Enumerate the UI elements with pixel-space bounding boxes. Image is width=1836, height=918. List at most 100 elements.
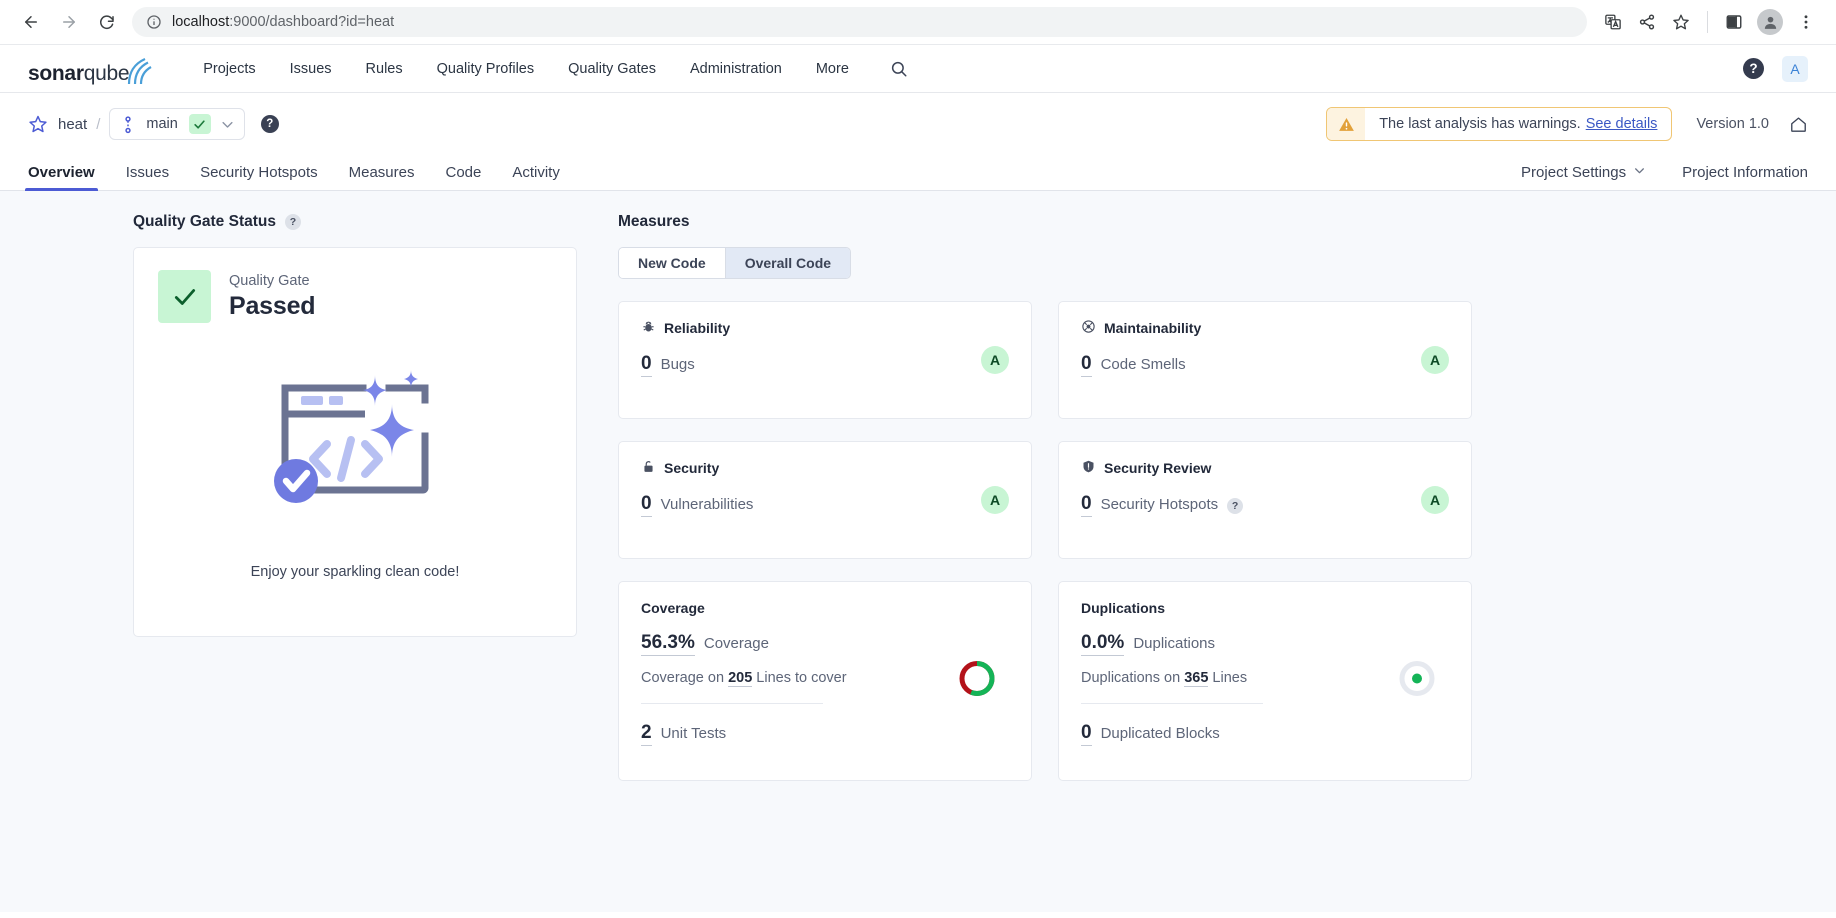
duplications-sub-pre: Duplications on xyxy=(1081,670,1180,686)
chevron-down-icon[interactable] xyxy=(220,117,235,132)
security-title: Security xyxy=(664,460,719,476)
profile-avatar-icon[interactable] xyxy=(1757,9,1783,35)
measure-card-maintainability[interactable]: Maintainability 0 Code Smells A xyxy=(1058,301,1472,419)
header-right-actions: ? A xyxy=(1743,56,1808,82)
bugs-count[interactable]: 0 xyxy=(641,352,652,377)
project-header-right: The last analysis has warnings. See deta… xyxy=(1326,107,1808,141)
vulnerabilities-label: Vulnerabilities xyxy=(661,496,754,513)
forward-arrow-icon[interactable] xyxy=(52,5,86,39)
measures-grid: Reliability 0 Bugs A Maintainability 0 xyxy=(618,301,1808,781)
tab-security-hotspots[interactable]: Security Hotspots xyxy=(200,164,318,190)
security-rating-badge[interactable]: A xyxy=(981,486,1009,514)
security-hotspots-count[interactable]: 0 xyxy=(1081,492,1092,517)
reliability-title: Reliability xyxy=(664,320,730,336)
duplicated-lines-count[interactable]: 365 xyxy=(1184,670,1208,687)
project-settings-menu[interactable]: Project Settings xyxy=(1521,164,1646,190)
reload-icon[interactable] xyxy=(90,5,124,39)
lines-to-cover-count[interactable]: 205 xyxy=(728,670,752,687)
bugs-label: Bugs xyxy=(661,356,695,373)
tabs-right-actions: Project Settings Project Information xyxy=(1485,164,1808,190)
favorite-star-icon[interactable] xyxy=(28,114,48,134)
tab-code[interactable]: Code xyxy=(445,164,481,190)
nav-item-projects[interactable]: Projects xyxy=(186,45,272,93)
share-icon[interactable] xyxy=(1631,6,1663,38)
unit-tests-label: Unit Tests xyxy=(661,725,727,742)
sonarqube-logo[interactable]: sonarqube xyxy=(28,54,152,84)
back-arrow-icon[interactable] xyxy=(14,5,48,39)
duplications-label: Duplications xyxy=(1133,635,1215,652)
coverage-divider xyxy=(641,703,823,704)
clean-code-illustration xyxy=(158,323,552,564)
maintainability-value-row: 0 Code Smells xyxy=(1081,352,1451,377)
nav-item-more[interactable]: More xyxy=(799,45,866,93)
coverage-title: Coverage xyxy=(641,600,1011,616)
quality-gate-help-icon[interactable]: ? xyxy=(285,214,301,230)
breadcrumb-separator: / xyxy=(96,116,100,133)
nav-item-issues[interactable]: Issues xyxy=(273,45,349,93)
search-icon[interactable] xyxy=(884,54,914,84)
duplicated-blocks-row: 0 Duplicated Blocks xyxy=(1081,721,1451,746)
measures-section-title: Measures xyxy=(618,213,1808,231)
coverage-value-row: 56.3% Coverage xyxy=(641,631,1011,656)
quality-gate-check-icon xyxy=(158,270,211,323)
reliability-rating-badge[interactable]: A xyxy=(981,346,1009,374)
project-tabs: Overview Issues Security Hotspots Measur… xyxy=(0,151,1836,191)
home-icon[interactable] xyxy=(1789,115,1808,134)
tab-overview[interactable]: Overview xyxy=(28,164,95,190)
see-details-link[interactable]: See details xyxy=(1586,116,1658,132)
duplications-indicator xyxy=(1397,659,1437,704)
branch-help-icon[interactable]: ? xyxy=(261,115,279,133)
shield-icon xyxy=(1081,459,1096,477)
project-version: Version 1.0 xyxy=(1696,116,1769,132)
tab-issues[interactable]: Issues xyxy=(126,164,169,190)
security-review-rating-badge[interactable]: A xyxy=(1421,486,1449,514)
quality-gate-caption: Enjoy your sparkling clean code! xyxy=(158,564,552,614)
check-icon xyxy=(189,114,211,134)
branch-selector[interactable]: main xyxy=(109,108,244,140)
reliability-title-row: Reliability xyxy=(641,319,1011,337)
nav-item-quality-profiles[interactable]: Quality Profiles xyxy=(420,45,552,93)
unit-tests-count[interactable]: 2 xyxy=(641,721,652,746)
duplications-sub: Duplications on 365 Lines xyxy=(1081,670,1451,686)
user-avatar[interactable]: A xyxy=(1782,56,1808,82)
star-bookmark-icon[interactable] xyxy=(1665,6,1697,38)
duplicated-blocks-count[interactable]: 0 xyxy=(1081,721,1092,746)
coverage-percent[interactable]: 56.3% xyxy=(641,631,695,656)
coverage-sub-pre: Coverage on xyxy=(641,670,724,686)
browser-toolbar: localhost:9000/dashboard?id=heat xyxy=(0,0,1836,45)
toolbar-divider xyxy=(1707,11,1708,33)
side-panel-icon[interactable] xyxy=(1718,6,1750,38)
sonarqube-global-header: sonarqube Projects Issues Rules Quality … xyxy=(0,45,1836,93)
quality-gate-section-title: Quality Gate Status ? xyxy=(133,213,568,231)
nav-item-quality-gates[interactable]: Quality Gates xyxy=(551,45,673,93)
maintainability-rating-badge[interactable]: A xyxy=(1421,346,1449,374)
measure-card-reliability[interactable]: Reliability 0 Bugs A xyxy=(618,301,1032,419)
tab-activity[interactable]: Activity xyxy=(512,164,560,190)
measure-card-security-review[interactable]: Security Review 0 Security Hotspots ? A xyxy=(1058,441,1472,559)
tab-measures[interactable]: Measures xyxy=(349,164,415,190)
project-name[interactable]: heat xyxy=(58,116,87,133)
measure-card-coverage[interactable]: Coverage 56.3% Coverage Coverage on 205 … xyxy=(618,581,1032,781)
toggle-overall-code[interactable]: Overall Code xyxy=(725,248,850,278)
three-dot-menu-icon[interactable] xyxy=(1790,6,1822,38)
nav-item-administration[interactable]: Administration xyxy=(673,45,799,93)
nav-item-rules[interactable]: Rules xyxy=(349,45,420,93)
security-hotspots-help-icon[interactable]: ? xyxy=(1227,498,1243,514)
coverage-label: Coverage xyxy=(704,635,769,652)
toggle-new-code[interactable]: New Code xyxy=(619,248,725,278)
coverage-sub: Coverage on 205 Lines to cover xyxy=(641,670,1011,686)
vulnerabilities-count[interactable]: 0 xyxy=(641,492,652,517)
browser-nav-buttons xyxy=(14,5,124,39)
code-smells-count[interactable]: 0 xyxy=(1081,352,1092,377)
lock-icon xyxy=(641,459,656,477)
measure-card-security[interactable]: Security 0 Vulnerabilities A xyxy=(618,441,1032,559)
address-bar[interactable]: localhost:9000/dashboard?id=heat xyxy=(132,7,1587,37)
help-icon[interactable]: ? xyxy=(1743,58,1764,79)
duplications-percent[interactable]: 0.0% xyxy=(1081,631,1124,656)
branch-name: main xyxy=(146,116,177,132)
project-information-link[interactable]: Project Information xyxy=(1682,164,1808,190)
translate-icon[interactable] xyxy=(1597,6,1629,38)
measure-card-duplications[interactable]: Duplications 0.0% Duplications Duplicati… xyxy=(1058,581,1472,781)
url-text: localhost:9000/dashboard?id=heat xyxy=(172,14,394,30)
quality-gate-status: Passed xyxy=(229,292,315,321)
